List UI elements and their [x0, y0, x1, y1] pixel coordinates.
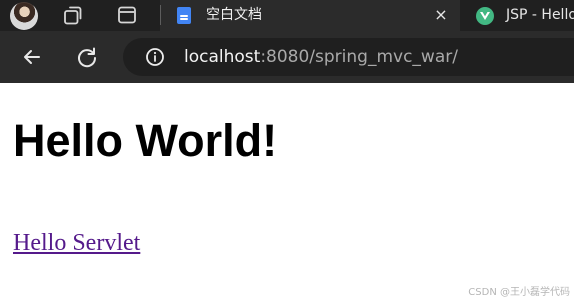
browser-window: 空白文档 × JSP - Hello localhost:8080/spring… [0, 0, 574, 303]
inactive-tab-title: JSP - Hello [506, 7, 574, 23]
page-content: Hello World! Hello Servlet CSDN @王小磊学代码 [0, 83, 574, 303]
hello-servlet-link[interactable]: Hello Servlet [13, 229, 140, 257]
active-tab-title: 空白文档 [206, 7, 262, 23]
document-icon [177, 7, 191, 24]
site-info-icon[interactable] [145, 47, 165, 67]
tab-actions-icon[interactable] [115, 3, 139, 27]
site-info-glyph [146, 48, 164, 66]
navigation-toolbar: localhost:8080/spring_mvc_war/ [0, 31, 574, 83]
reload-icon[interactable] [74, 44, 100, 70]
workspaces-glyph [64, 6, 82, 25]
back-arrow-glyph [24, 50, 40, 64]
url-host: localhost [184, 47, 261, 67]
active-tab[interactable] [160, 0, 460, 31]
tab-actions-glyph [118, 6, 136, 24]
reload-glyph [78, 47, 97, 68]
vue-icon [476, 7, 494, 25]
workspaces-icon[interactable] [62, 3, 86, 27]
vue-glyph [480, 12, 490, 20]
profile-avatar[interactable] [10, 2, 38, 30]
csdn-watermark: CSDN @王小磊学代码 [468, 287, 570, 298]
close-icon[interactable]: × [433, 5, 449, 25]
tab-strip: 空白文档 × JSP - Hello [0, 0, 574, 31]
tab-divider [160, 5, 161, 25]
address-bar[interactable]: localhost:8080/spring_mvc_war/ [123, 38, 574, 76]
url-path: :8080/spring_mvc_war/ [260, 47, 458, 67]
url-text[interactable]: localhost:8080/spring_mvc_war/ [184, 46, 458, 68]
back-arrow-icon[interactable] [19, 44, 45, 70]
page-heading: Hello World! [13, 115, 278, 166]
